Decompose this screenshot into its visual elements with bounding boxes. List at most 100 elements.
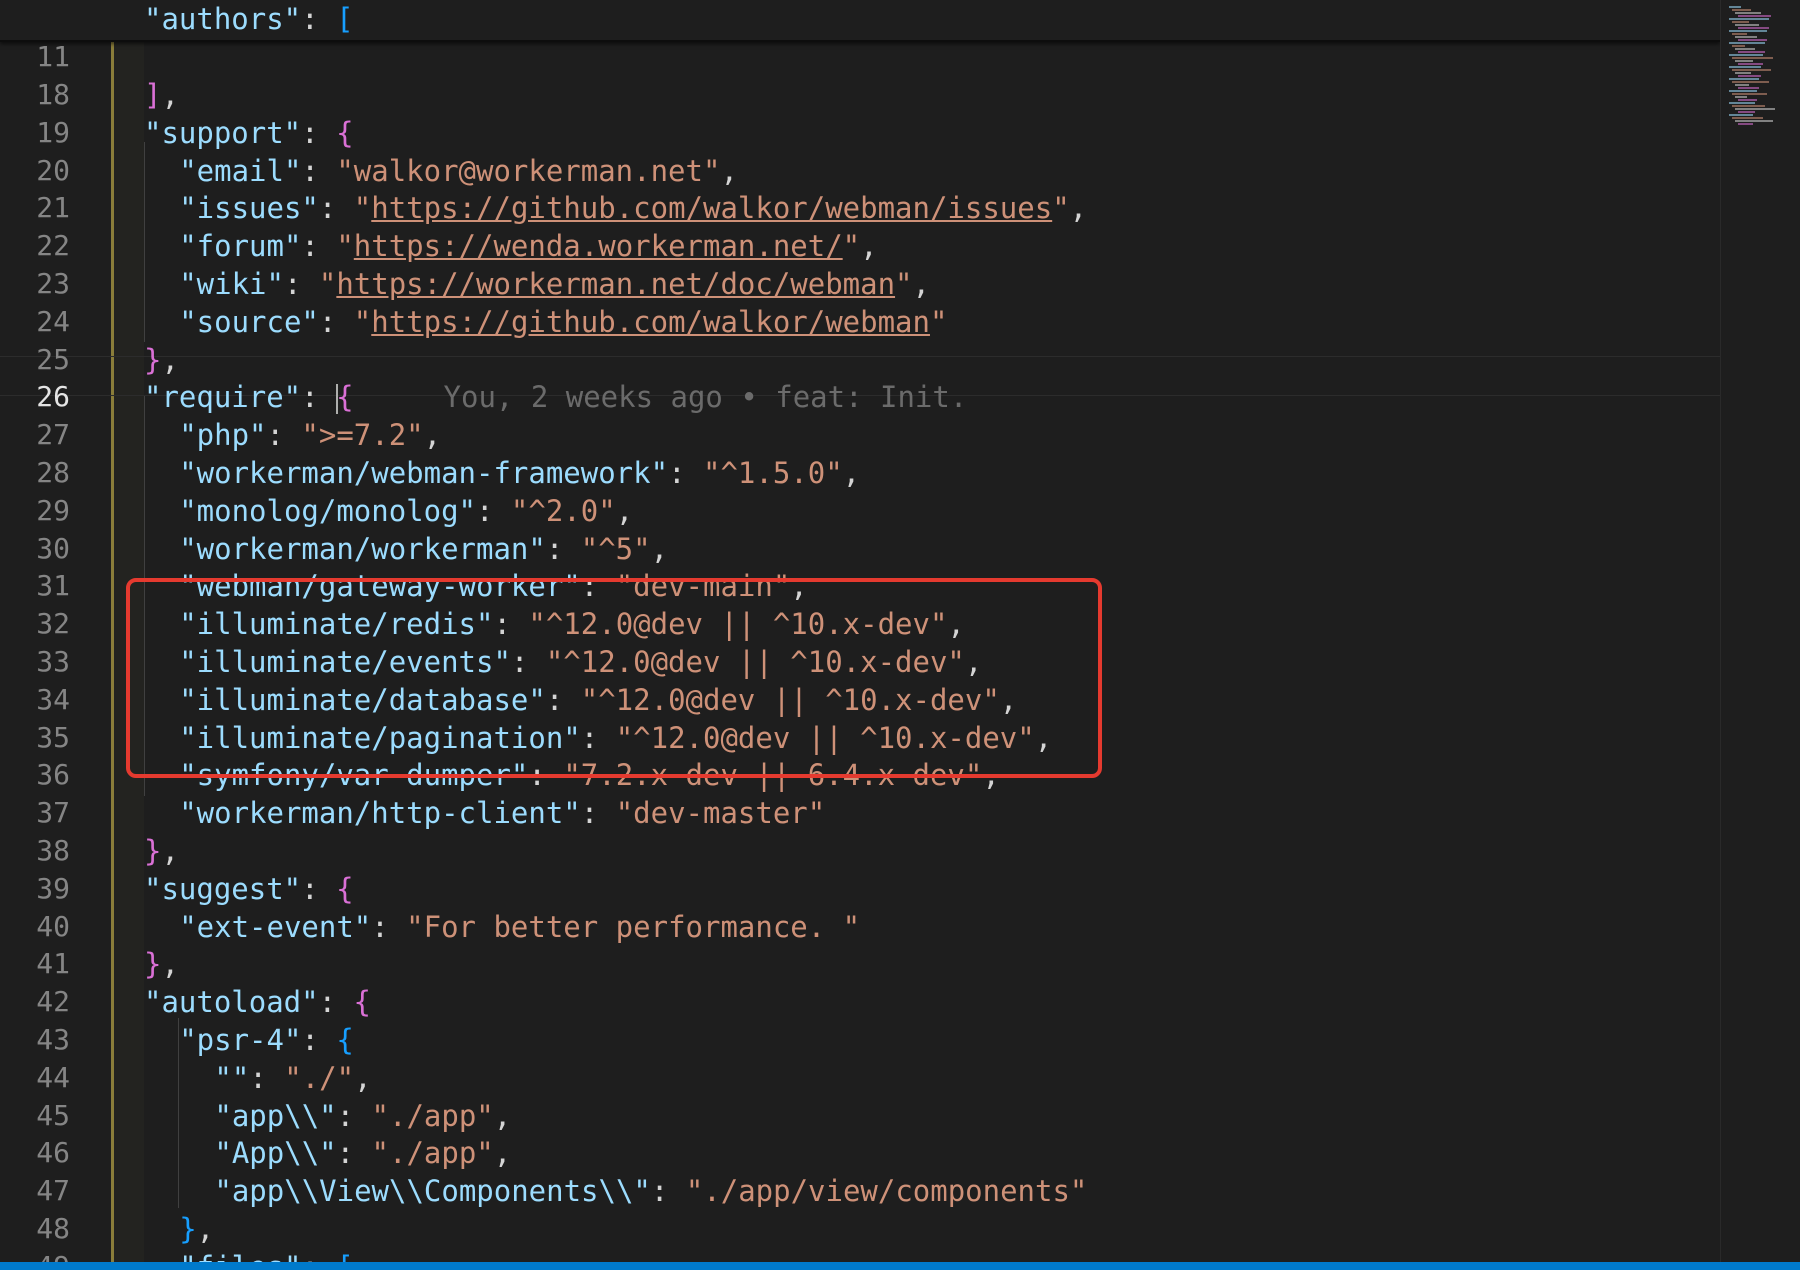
code-line[interactable]: 26 "require": {You, 2 weeks ago • feat: I… bbox=[0, 378, 1720, 416]
code-line[interactable]: 18], bbox=[0, 76, 1720, 114]
url-link[interactable]: https://wenda.workerman.net/ bbox=[354, 229, 843, 263]
code-line[interactable]: 49 "files": [ bbox=[0, 1248, 1720, 1262]
token: } bbox=[144, 834, 162, 868]
token: : bbox=[301, 380, 337, 415]
code-line[interactable]: 41}, bbox=[0, 945, 1720, 983]
sticky-scroll-header[interactable]: 11 "authors": [ bbox=[0, 0, 1720, 73]
line-number: 22 bbox=[36, 229, 70, 263]
line-number: 49 bbox=[0, 1248, 70, 1262]
token: , bbox=[161, 834, 179, 868]
token: : bbox=[336, 1098, 372, 1133]
token: : bbox=[650, 1174, 686, 1209]
code-text: "authors": [ bbox=[144, 2, 354, 36]
code-line[interactable]: 42 "autoload": { bbox=[0, 983, 1720, 1021]
code-line[interactable]: 38}, bbox=[0, 832, 1720, 870]
code-line[interactable]: 40 "ext-event": "For better performance. … bbox=[0, 908, 1720, 946]
url-link[interactable]: https://workerman.net/doc/webman bbox=[336, 267, 895, 301]
code-text: "monolog/monolog": "^2.0", bbox=[179, 492, 633, 530]
code-line[interactable]: 24 "source": "https://github.com/walkor/w… bbox=[0, 303, 1720, 341]
token: "monolog/monolog" bbox=[179, 493, 476, 528]
code-line[interactable]: 22 "forum": "https://wenda.workerman.net/… bbox=[0, 227, 1720, 265]
token: "app\\" bbox=[214, 1098, 337, 1133]
line-number: 41 bbox=[36, 947, 70, 981]
token: "psr-4" bbox=[179, 1023, 302, 1057]
red-highlight-annotation bbox=[126, 578, 1102, 778]
minimap-line bbox=[1732, 45, 1745, 47]
token: : bbox=[318, 191, 354, 226]
code-line[interactable]: 23 "wiki": "https://workerman.net/doc/web… bbox=[0, 265, 1720, 303]
token: "" bbox=[214, 1060, 250, 1095]
token: : bbox=[336, 1136, 372, 1171]
code-editor[interactable]: 18], 19 "support": {20 "email": "walkor@wor… bbox=[0, 0, 1720, 1262]
code-line[interactable]: 48}, bbox=[0, 1210, 1720, 1248]
code-text: "wiki": "https://workerman.net/doc/webma… bbox=[179, 265, 930, 303]
code-line[interactable]: 37 "workerman/http-client": "dev-master" bbox=[0, 794, 1720, 832]
code-line[interactable]: 28 "workerman/webman-framework": "^1.5.0"… bbox=[0, 454, 1720, 492]
token: ] bbox=[144, 78, 162, 112]
token: , bbox=[423, 418, 442, 453]
minimap-line bbox=[1729, 78, 1759, 80]
git-blame-annotation: You, 2 weeks ago • feat: Init. bbox=[443, 380, 968, 415]
sticky-line[interactable]: 11 "authors": [ bbox=[0, 0, 1720, 73]
code-line[interactable]: 47 "app\\View\\Components\\": "./app/view… bbox=[0, 1172, 1720, 1210]
minimap-line bbox=[1732, 93, 1767, 95]
code-text: "source": "https://github.com/walkor/web… bbox=[179, 303, 947, 341]
code-line[interactable]: 21 "issues": "https://github.com/walkor/w… bbox=[0, 189, 1720, 227]
code-line[interactable]: 44 "": "./", bbox=[0, 1059, 1720, 1097]
code-line[interactable]: 19 "support": { bbox=[0, 114, 1720, 152]
minimap-line bbox=[1735, 12, 1761, 14]
line-number: 46 bbox=[36, 1136, 70, 1170]
code-line[interactable]: 25}, bbox=[0, 341, 1720, 379]
line-number: 21 bbox=[36, 191, 70, 225]
code-text: "": "./", bbox=[214, 1059, 371, 1097]
code-line[interactable]: 20 "email": "walkor@workerman.net", bbox=[0, 152, 1720, 190]
token: "files" bbox=[179, 1250, 301, 1262]
token: } bbox=[144, 342, 162, 377]
token: "workerman/webman-framework" bbox=[179, 456, 669, 490]
code-line[interactable]: 46 "App\\": "./app", bbox=[0, 1134, 1720, 1172]
code-line[interactable]: 39 "suggest": { bbox=[0, 870, 1720, 908]
url-link[interactable]: https://github.com/walkor/webman/issues bbox=[371, 191, 1052, 225]
token: , bbox=[493, 1098, 512, 1133]
minimap-line bbox=[1735, 108, 1775, 110]
code-line[interactable]: 30 "workerman/workerman": "^5", bbox=[0, 530, 1720, 568]
minimap-line bbox=[1735, 36, 1757, 38]
token: , bbox=[161, 947, 179, 982]
token: : bbox=[301, 1023, 337, 1057]
token: "^2.0" bbox=[510, 493, 616, 528]
code-text: "workerman/http-client": "dev-master" bbox=[179, 794, 825, 832]
url-link[interactable]: https://github.com/walkor/webman bbox=[371, 305, 930, 339]
line-number: 38 bbox=[36, 834, 70, 867]
code-line[interactable]: 29 "monolog/monolog": "^2.0", bbox=[0, 492, 1720, 530]
code-text: "ext-event": "For better performance. " bbox=[179, 908, 860, 946]
token: , bbox=[161, 342, 179, 377]
token: " bbox=[353, 304, 372, 339]
line-number: 20 bbox=[36, 153, 70, 187]
token: "For better performance. " bbox=[406, 909, 861, 944]
token: " bbox=[842, 229, 861, 264]
token: [ bbox=[336, 1250, 353, 1262]
minimap-line bbox=[1738, 87, 1759, 89]
minimap-line bbox=[1732, 117, 1763, 119]
token: "workerman/http-client" bbox=[179, 796, 581, 831]
token: { bbox=[353, 985, 371, 1020]
token: "require" bbox=[144, 380, 302, 415]
code-line[interactable]: 27 "php": ">=7.2", bbox=[0, 416, 1720, 454]
token: " bbox=[336, 229, 354, 264]
token: : bbox=[318, 304, 354, 339]
minimap-line bbox=[1729, 54, 1763, 56]
token: "./app" bbox=[371, 1136, 494, 1171]
minimap-line bbox=[1738, 111, 1755, 113]
code-line[interactable]: 43 "psr-4": { bbox=[0, 1021, 1720, 1059]
token: "^5" bbox=[580, 531, 651, 566]
token: , bbox=[196, 1212, 215, 1246]
minimap-line bbox=[1729, 6, 1741, 8]
line-number: 31 bbox=[36, 569, 70, 603]
code-line[interactable]: 45 "app\\": "./app", bbox=[0, 1097, 1720, 1135]
token: { bbox=[336, 871, 354, 906]
token: : bbox=[580, 796, 616, 831]
token: "wiki" bbox=[179, 267, 284, 301]
line-number: 43 bbox=[36, 1023, 70, 1056]
token: "workerman/workerman" bbox=[179, 531, 546, 566]
minimap[interactable] bbox=[1720, 0, 1800, 1262]
